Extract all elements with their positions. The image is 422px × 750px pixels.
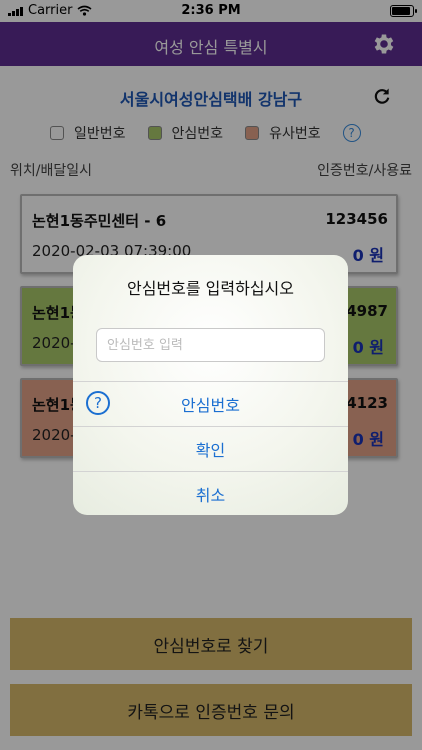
confirm-button[interactable]: 확인 <box>73 426 348 471</box>
cancel-button[interactable]: 취소 <box>73 471 348 515</box>
option-label: 안심번호 <box>181 396 240 415</box>
safe-number-input[interactable] <box>96 328 325 362</box>
safe-number-option[interactable]: ? 안심번호 <box>73 381 348 426</box>
help-icon[interactable]: ? <box>86 391 110 415</box>
dialog-title: 안심번호를 입력하십시오 <box>126 279 294 298</box>
input-dialog: 안심번호를 입력하십시오 ? 안심번호 확인 취소 <box>73 255 348 515</box>
